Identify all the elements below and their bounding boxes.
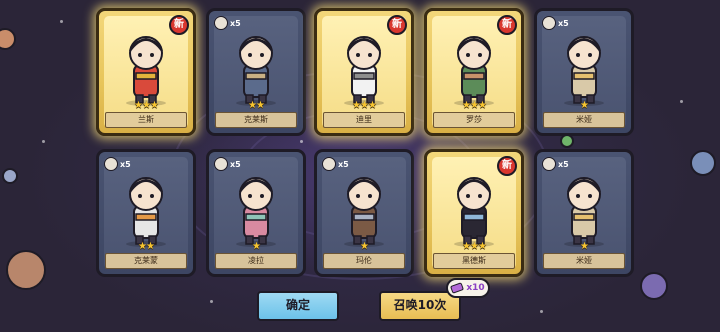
confirm-button[interactable]: 确定 [257, 291, 339, 321]
hero-shard-icon [542, 16, 556, 30]
duplicate-shard-indicator: x5 [214, 157, 241, 171]
star-rating: ★★★ [462, 241, 487, 252]
star-rating: ★★★ [352, 100, 377, 111]
hero-name: 米娅 [543, 253, 625, 269]
new-badge: 新 [497, 15, 517, 35]
star-rating: ★ [580, 100, 589, 111]
summon-cost-text: x10 [466, 283, 485, 293]
swordsman-figure [344, 177, 384, 247]
dark-elf-figure [454, 177, 494, 247]
star-rating: ★★ [138, 241, 155, 252]
hero-card[interactable]: 新 ★★★ 迪里 [314, 8, 414, 136]
star-decoration [680, 100, 683, 103]
duplicate-shard-indicator: x5 [322, 157, 349, 171]
summon-cost-badge: x10 [446, 278, 490, 298]
hero-name: 黑德斯 [433, 253, 515, 269]
hero-card[interactable]: 新 ★★★ 罗莎 [424, 8, 524, 136]
shard-count: x5 [230, 18, 241, 28]
hero-name: 米娅 [543, 112, 625, 128]
star-decoration [300, 140, 303, 143]
mounted-knight-figure [236, 36, 276, 106]
hero-name: 迪里 [323, 112, 405, 128]
shard-count: x5 [558, 159, 569, 169]
shard-count: x5 [120, 159, 131, 169]
hero-name: 克莱斯 [215, 112, 297, 128]
golden-knight-figure [126, 36, 166, 106]
planet-decoration [690, 150, 716, 176]
shard-count: x5 [558, 18, 569, 28]
hero-shard-icon [542, 157, 556, 171]
hero-card[interactable]: x5 ★★ 克莱斯 [206, 8, 306, 136]
hero-name: 凌拉 [215, 253, 297, 269]
hero-shard-icon [214, 157, 228, 171]
hero-shard-icon [104, 157, 118, 171]
hero-card[interactable]: 新 ★★★ 兰斯 [96, 8, 196, 136]
shard-count: x5 [230, 159, 241, 169]
pink-mage-figure [236, 177, 276, 247]
star-decoration [210, 300, 213, 303]
star-decoration [540, 310, 543, 313]
white-scholar-figure [344, 36, 384, 106]
hero-card[interactable]: x5 ★★ 克莱蒙 [96, 149, 196, 277]
planet-decoration [6, 250, 46, 290]
duplicate-shard-indicator: x5 [104, 157, 131, 171]
duplicate-shard-indicator: x5 [542, 16, 569, 30]
star-decoration [42, 140, 45, 143]
planet-decoration [560, 134, 574, 148]
star-rating: ★ [360, 241, 369, 252]
nun-figure [564, 36, 604, 106]
hero-card[interactable]: x5 ★ 凌拉 [206, 149, 306, 277]
new-badge: 新 [387, 15, 407, 35]
star-rating: ★★★ [462, 100, 487, 111]
hero-shard-icon [214, 16, 228, 30]
hero-shard-icon [322, 157, 336, 171]
new-badge: 新 [497, 156, 517, 176]
planet-decoration [2, 168, 18, 184]
fox-girl-figure [454, 36, 494, 106]
star-decoration [60, 20, 63, 23]
hero-card[interactable]: x5 ★ 米娅 [534, 8, 634, 136]
duplicate-shard-indicator: x5 [542, 157, 569, 171]
star-rating: ★★★ [134, 100, 159, 111]
hero-card[interactable]: x5 ★ 玛伦 [314, 149, 414, 277]
star-rating: ★ [252, 241, 261, 252]
hero-name: 兰斯 [105, 112, 187, 128]
new-badge: 新 [169, 15, 189, 35]
rider-figure [126, 177, 166, 247]
summon-ticket-icon [450, 282, 465, 294]
hero-card[interactable]: x5 ★ 米娅 [534, 149, 634, 277]
hero-name: 克莱蒙 [105, 253, 187, 269]
hero-name: 玛伦 [323, 253, 405, 269]
hero-card[interactable]: 新 ★★★ 黑德斯 [424, 149, 524, 277]
star-rating: ★ [580, 241, 589, 252]
duplicate-shard-indicator: x5 [214, 16, 241, 30]
shard-count: x5 [338, 159, 349, 169]
star-rating: ★★ [248, 100, 265, 111]
hero-name: 罗莎 [433, 112, 515, 128]
nun-figure [564, 177, 604, 247]
planet-decoration [640, 272, 668, 300]
